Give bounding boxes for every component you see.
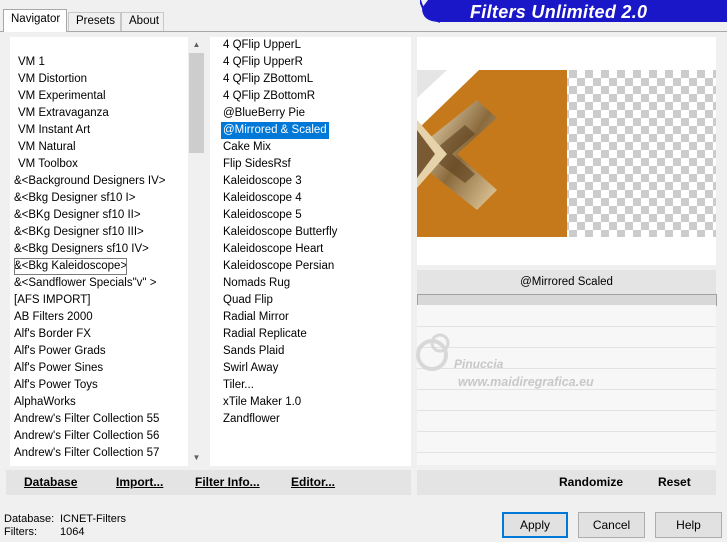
category-item[interactable]: VM Experimental — [18, 88, 106, 105]
category-item[interactable]: &<Bkg Designers sf10 IV> — [14, 241, 149, 258]
filter-item[interactable]: Tiler... — [221, 377, 256, 394]
category-item[interactable]: Alf's Power Toys — [14, 377, 98, 394]
filter-item[interactable]: Sands Plaid — [221, 343, 286, 360]
filter-item[interactable]: 4 QFlip UpperL — [221, 37, 303, 54]
filter-item[interactable]: @Mirrored & Scaled — [220, 121, 330, 140]
category-item[interactable]: &<BKg Designer sf10 II> — [14, 207, 141, 224]
cancel-button[interactable]: Cancel — [578, 512, 645, 538]
database-button[interactable]: Database — [24, 475, 77, 489]
filter-info-button[interactable]: Filter Info... — [195, 475, 260, 489]
filter-item[interactable]: 4 QFlip ZBottomL — [221, 71, 315, 88]
tab-presets[interactable]: Presets — [68, 12, 121, 31]
watermark-logo-icon — [416, 333, 450, 371]
editor-button[interactable]: Editor... — [291, 475, 335, 489]
category-item[interactable]: Alf's Border FX — [14, 326, 91, 343]
filter-item[interactable]: Kaleidoscope Butterfly — [221, 224, 339, 241]
reset-button[interactable]: Reset — [658, 475, 691, 489]
import-button[interactable]: Import... — [116, 475, 163, 489]
filter-item[interactable]: Kaleidoscope Persian — [221, 258, 336, 275]
category-scrollbar[interactable]: ▲ ▼ — [188, 37, 205, 466]
category-item[interactable]: Andrew's Filter Collection 57 — [14, 445, 159, 462]
filter-item[interactable]: Flip SidesRsf — [221, 156, 293, 173]
category-item[interactable]: VM 1 — [18, 54, 45, 71]
category-item[interactable]: &<Background Designers IV> — [14, 173, 166, 190]
filter-item[interactable]: Kaleidoscope Heart — [221, 241, 325, 258]
filter-item[interactable]: Quad Flip — [221, 292, 275, 309]
category-item[interactable]: VM Natural — [18, 139, 76, 156]
filter-item[interactable]: @BlueBerry Pie — [221, 105, 307, 122]
status-database-value: ICNET-Filters — [60, 513, 126, 525]
filter-item[interactable]: 4 QFlip ZBottomR — [221, 88, 317, 105]
apply-button[interactable]: Apply — [502, 512, 568, 538]
category-item[interactable]: AlphaWorks — [14, 394, 76, 411]
category-item[interactable]: &<Bkg Designer sf10 I> — [14, 190, 135, 207]
filter-item[interactable]: Nomads Rug — [221, 275, 292, 292]
watermark-url: www.maidiregrafica.eu — [458, 375, 594, 389]
category-item[interactable]: VM Distortion — [18, 71, 87, 88]
watermark-name: Pinuccia — [454, 357, 504, 371]
status-filters-value: 1064 — [60, 526, 85, 538]
filter-item[interactable]: Cake Mix — [221, 139, 273, 156]
category-item[interactable]: &<BKg Designer sf10 III> — [14, 224, 144, 241]
filter-item[interactable]: Kaleidoscope 4 — [221, 190, 304, 207]
category-item[interactable]: [AFS IMPORT] — [14, 292, 90, 309]
category-item[interactable]: Andrew's Filter Collection 56 — [14, 428, 159, 445]
help-button[interactable]: Help — [655, 512, 722, 538]
category-item[interactable]: VM Instant Art — [18, 122, 90, 139]
header-title: Filters Unlimited 2.0 — [470, 2, 648, 22]
scroll-thumb[interactable] — [189, 53, 204, 153]
filter-item[interactable]: xTile Maker 1.0 — [221, 394, 303, 411]
filter-item[interactable]: Radial Mirror — [221, 309, 291, 326]
tab-about[interactable]: About — [121, 12, 164, 31]
filter-item[interactable]: Kaleidoscope 5 — [221, 207, 304, 224]
status-database-label: Database: — [4, 513, 55, 525]
filter-item[interactable]: Swirl Away — [221, 360, 280, 377]
status-filters-label: Filters: — [4, 526, 37, 538]
scroll-up-arrow-icon[interactable]: ▲ — [188, 37, 205, 53]
filter-item[interactable]: 4 QFlip UpperR — [221, 54, 305, 71]
category-item[interactable]: VM Toolbox — [18, 156, 78, 173]
filter-item[interactable]: Radial Replicate — [221, 326, 309, 343]
tab-navigator[interactable]: Navigator — [3, 9, 67, 32]
filter-item[interactable]: Zandflower — [221, 411, 282, 428]
filter-list[interactable]: 4 QFlip UpperL 4 QFlip UpperR 4 QFlip ZBot… — [210, 37, 411, 466]
category-item[interactable]: Alf's Power Sines — [14, 360, 103, 377]
category-list[interactable]: VM 1 VM Distortion VM Experimental VM Extra… — [10, 37, 188, 466]
category-item[interactable]: Andrew's Filter Collection 55 — [14, 411, 159, 428]
category-item[interactable]: &<Sandflower Specials"v" > — [14, 275, 156, 292]
category-item[interactable]: &<Bkg Kaleidoscope> — [14, 258, 128, 275]
category-item[interactable]: AB Filters 2000 — [14, 309, 93, 326]
randomize-button[interactable]: Randomize — [559, 475, 623, 489]
filter-item[interactable]: Kaleidoscope 3 — [221, 173, 304, 190]
scroll-down-arrow-icon[interactable]: ▼ — [188, 450, 205, 466]
preview-image[interactable] — [417, 70, 716, 237]
selected-filter-name: @Mirrored Scaled — [417, 270, 716, 294]
category-item[interactable]: VM Extravaganza — [18, 105, 109, 122]
tab-strip-border — [0, 31, 727, 32]
category-item[interactable]: Alf's Power Grads — [14, 343, 106, 360]
